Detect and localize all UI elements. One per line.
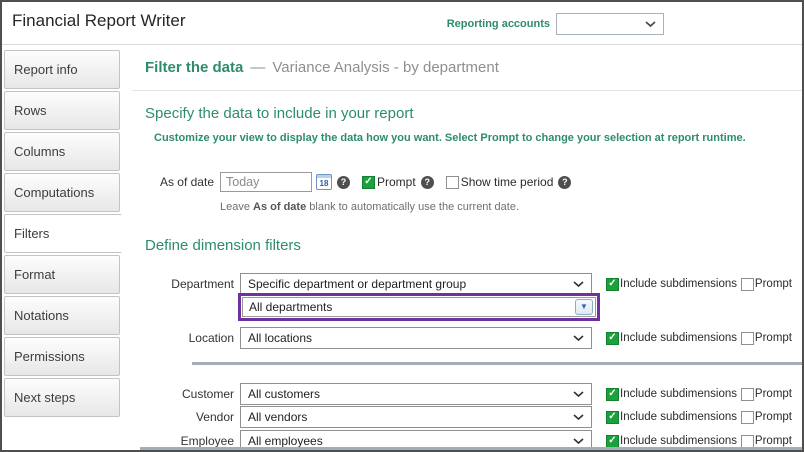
help-icon[interactable]: ? bbox=[421, 176, 434, 189]
help-icon[interactable]: ? bbox=[337, 176, 350, 189]
dropdown-arrow-icon: ▼ bbox=[580, 303, 588, 311]
page-title-row: Filter the data — Variance Analysis - by… bbox=[132, 45, 802, 91]
department-filter-select[interactable]: Specific department or department group bbox=[240, 273, 592, 295]
sidebar-item-notations[interactable]: Notations bbox=[4, 296, 120, 335]
chevron-down-icon bbox=[573, 391, 584, 398]
prompt-checkbox[interactable]: Prompt bbox=[741, 388, 792, 401]
location-filter-select[interactable]: All locations bbox=[240, 327, 592, 349]
employee-label: Employee bbox=[132, 434, 234, 448]
chevron-down-icon bbox=[573, 335, 584, 342]
include-subdimensions-checkbox[interactable]: ✓ Include subdimensions bbox=[606, 388, 737, 401]
customer-label: Customer bbox=[132, 387, 234, 401]
checkbox-checked-icon: ✓ bbox=[362, 176, 375, 189]
checkbox-checked-icon: ✓ bbox=[606, 332, 619, 345]
chevron-down-icon bbox=[573, 281, 584, 288]
filter-row-department: Department Specific department or depart… bbox=[132, 273, 802, 295]
as-of-date-input[interactable] bbox=[220, 172, 312, 192]
dimension-filters-heading: Define dimension filters bbox=[145, 237, 301, 254]
filter-row-location: Location All locations ✓ Include subdime… bbox=[132, 327, 802, 349]
chevron-down-icon bbox=[573, 414, 584, 421]
sidebar-item-report-info[interactable]: Report info bbox=[4, 50, 120, 89]
checkbox-unchecked-icon bbox=[741, 388, 754, 401]
title-separator: — bbox=[250, 59, 265, 76]
include-subdimensions-checkbox[interactable]: ✓ Include subdimensions bbox=[606, 411, 737, 424]
vendor-label: Vendor bbox=[132, 410, 234, 424]
department-value-highlight: All departments ▼ bbox=[238, 293, 600, 321]
sidebar-item-columns[interactable]: Columns bbox=[4, 132, 120, 171]
app-header: Financial Report Writer Reporting accoun… bbox=[2, 2, 802, 45]
main-content: Filter the data — Variance Analysis - by… bbox=[132, 45, 802, 450]
prompt-checkbox[interactable]: Prompt bbox=[741, 278, 792, 291]
checkbox-checked-icon: ✓ bbox=[606, 278, 619, 291]
horizontal-scrollbar[interactable] bbox=[140, 447, 802, 452]
checkbox-unchecked-icon bbox=[446, 176, 459, 189]
reporting-accounts-select[interactable] bbox=[556, 13, 664, 35]
checkbox-checked-icon: ✓ bbox=[606, 435, 619, 448]
sidebar-item-rows[interactable]: Rows bbox=[4, 91, 120, 130]
checkbox-unchecked-icon bbox=[741, 411, 754, 424]
customer-filter-select[interactable]: All customers bbox=[240, 383, 592, 405]
sidebar-item-computations[interactable]: Computations bbox=[4, 173, 120, 212]
checkbox-unchecked-icon bbox=[741, 332, 754, 345]
chevron-down-icon bbox=[573, 438, 584, 445]
show-time-period-checkbox[interactable]: Show time period bbox=[446, 175, 554, 189]
dropdown-button[interactable]: ▼ bbox=[575, 299, 593, 315]
vendor-filter-select[interactable]: All vendors bbox=[240, 406, 592, 428]
report-name: Variance Analysis - by department bbox=[272, 59, 499, 76]
page-title: Filter the data bbox=[145, 59, 243, 76]
help-icon[interactable]: ? bbox=[558, 176, 571, 189]
sidebar-item-permissions[interactable]: Permissions bbox=[4, 337, 120, 376]
prompt-checkbox[interactable]: Prompt bbox=[741, 332, 792, 345]
checkbox-checked-icon: ✓ bbox=[606, 388, 619, 401]
reporting-accounts-label: Reporting accounts bbox=[447, 18, 550, 30]
department-value-select[interactable]: All departments ▼ bbox=[242, 297, 596, 317]
include-subdimensions-checkbox[interactable]: ✓ Include subdimensions bbox=[606, 278, 737, 291]
as-of-date-label: As of date bbox=[132, 175, 214, 189]
chevron-down-icon bbox=[645, 21, 656, 28]
prompt-checkbox[interactable]: Prompt bbox=[741, 435, 792, 448]
filter-row-vendor: Vendor All vendors ✓ Include subdimensio… bbox=[132, 406, 802, 428]
specify-section-heading: Specify the data to include in your repo… bbox=[145, 105, 414, 122]
specify-section-description: Customize your view to display the data … bbox=[154, 132, 746, 144]
prompt-checkbox[interactable]: ✓ Prompt bbox=[362, 175, 416, 189]
checkbox-checked-icon: ✓ bbox=[606, 411, 619, 424]
checkbox-unchecked-icon bbox=[741, 435, 754, 448]
sidebar-item-filters[interactable]: Filters bbox=[4, 214, 122, 253]
filter-row-customer: Customer All customers ✓ Include subdime… bbox=[132, 383, 802, 405]
section-divider bbox=[192, 362, 802, 365]
department-label: Department bbox=[132, 277, 234, 291]
sidebar-nav: Report info Rows Columns Computations Fi… bbox=[2, 45, 120, 450]
app-window: Financial Report Writer Reporting accoun… bbox=[0, 0, 804, 452]
as-of-date-row: As of date 18 ? ✓ Prompt ? Show time per… bbox=[132, 172, 571, 192]
location-label: Location bbox=[132, 331, 234, 345]
include-subdimensions-checkbox[interactable]: ✓ Include subdimensions bbox=[606, 332, 737, 345]
include-subdimensions-checkbox[interactable]: ✓ Include subdimensions bbox=[606, 435, 737, 448]
app-title: Financial Report Writer bbox=[12, 11, 186, 31]
as-of-date-note: Leave As of date blank to automatically … bbox=[220, 201, 519, 213]
calendar-icon[interactable]: 18 bbox=[316, 174, 332, 190]
sidebar-item-format[interactable]: Format bbox=[4, 255, 120, 294]
checkbox-unchecked-icon bbox=[741, 278, 754, 291]
prompt-checkbox[interactable]: Prompt bbox=[741, 411, 792, 424]
reporting-accounts-group: Reporting accounts bbox=[447, 13, 664, 35]
sidebar-item-next-steps[interactable]: Next steps bbox=[4, 378, 120, 417]
